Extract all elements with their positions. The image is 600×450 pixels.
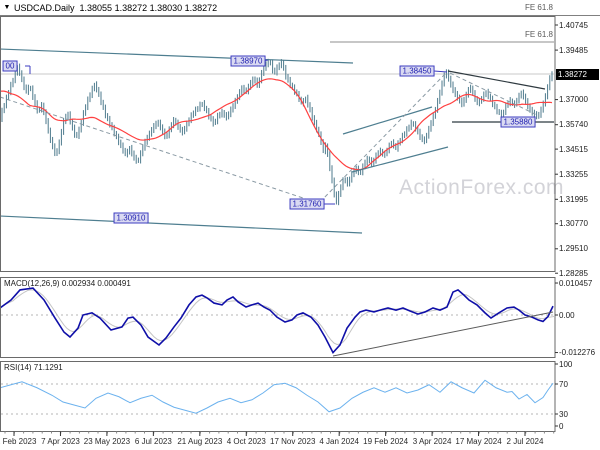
current-price-tag: 1.38272 [556, 69, 599, 80]
annotation-level-1-35880: 1.35880 [501, 117, 536, 128]
annotation-level-1-31760: 1.31760 [290, 199, 325, 210]
annotation-level-1-30910: 1.30910 [114, 213, 149, 224]
annotation-left-edge-level: 00 [3, 61, 18, 72]
chart-window: ▼ USDCAD.Daily 1.38055 1.38272 1.38030 1… [0, 0, 600, 450]
macd-indicator-label: MACD(12,26,9) 0.002934 0.000491 [4, 279, 131, 288]
annotation-level-1-38970: 1.38970 [231, 56, 266, 67]
rsi-indicator-label: RSI(14) 71.1291 [4, 363, 63, 372]
chart-canvas[interactable] [0, 0, 600, 450]
annotation-level-1-38450: 1.38450 [400, 66, 435, 77]
